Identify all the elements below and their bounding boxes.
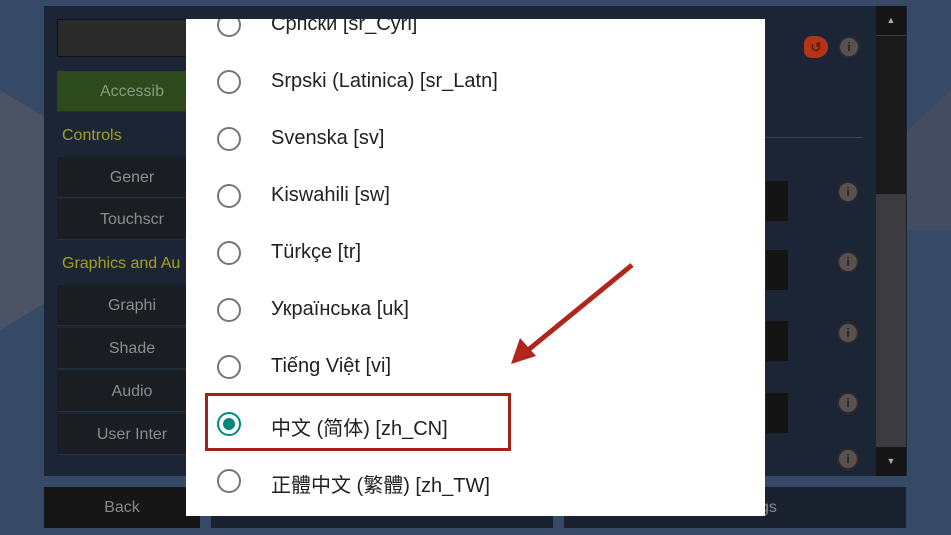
arrow-shaft bbox=[520, 263, 634, 357]
arrow-head bbox=[511, 338, 536, 364]
annotation-arrow bbox=[511, 263, 634, 364]
